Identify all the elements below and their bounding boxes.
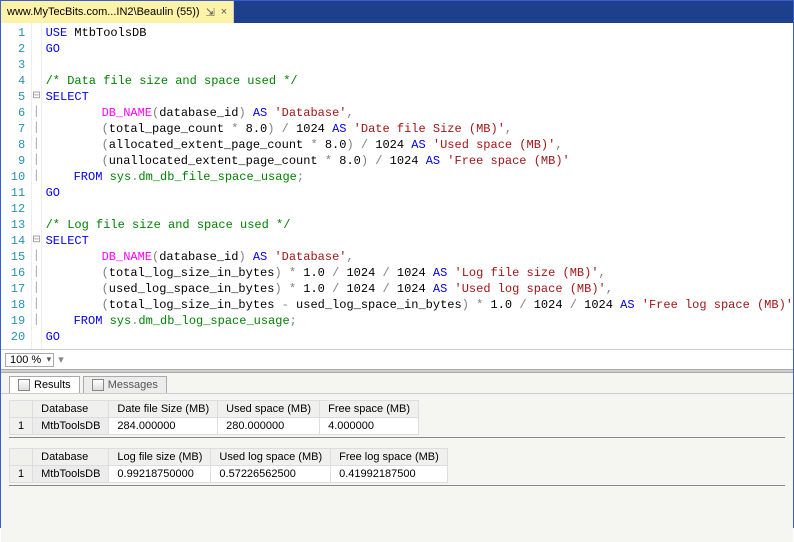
column-header[interactable] [10,401,33,418]
column-header[interactable] [10,449,33,466]
close-icon[interactable]: × [221,6,227,18]
table-row[interactable]: 1MtbToolsDB0.992187500000.572265625000.4… [10,466,448,483]
column-header[interactable]: Free space (MB) [320,401,419,418]
fold-toggle[interactable]: ⊟ [32,233,40,249]
zoom-dropdown[interactable]: 100 % [5,353,54,367]
grid-icon [18,379,30,391]
column-header[interactable]: Database [33,401,109,418]
tab-results[interactable]: Results [9,376,80,393]
column-header[interactable]: Used log space (MB) [211,449,331,466]
fold-toggle[interactable]: ⊟ [32,89,40,105]
fold-gutter[interactable]: ⊟│││││⊟│││││ [32,23,41,349]
column-header[interactable]: Database [33,449,109,466]
messages-icon [92,379,104,391]
column-header[interactable]: Free log space (MB) [331,449,448,466]
tab-messages-label: Messages [108,379,158,391]
zoom-slider-icon[interactable]: ▾ [58,353,64,366]
document-tab[interactable]: www.MyTecBits.com...IN2\Beaulin (55)) ⇲ … [1,1,234,23]
column-header[interactable]: Used space (MB) [218,401,320,418]
tab-strip: www.MyTecBits.com...IN2\Beaulin (55)) ⇲ … [1,1,793,23]
column-header[interactable]: Date file Size (MB) [109,401,218,418]
results-pane: DatabaseDate file Size (MB)Used space (M… [1,394,793,542]
code-area[interactable]: USE MtbToolsDBGO/* Data file size and sp… [42,23,793,349]
pin-icon[interactable]: ⇲ [206,6,215,19]
tab-results-label: Results [34,379,71,391]
result-grid-1: DatabaseDate file Size (MB)Used space (M… [9,400,785,438]
column-header[interactable]: Log file size (MB) [109,449,211,466]
results-tabs: Results Messages [1,373,793,394]
tab-messages[interactable]: Messages [83,376,167,393]
result-table[interactable]: DatabaseDate file Size (MB)Used space (M… [9,400,419,435]
table-row[interactable]: 1MtbToolsDB284.000000280.0000004.000000 [10,418,419,435]
zoom-bar: 100 % ▾ [1,349,793,369]
sql-editor[interactable]: 1234567891011121314151617181920 ⊟│││││⊟│… [1,23,793,349]
result-grid-2: DatabaseLog file size (MB)Used log space… [9,448,785,486]
line-number-gutter: 1234567891011121314151617181920 [1,23,32,349]
result-table[interactable]: DatabaseLog file size (MB)Used log space… [9,448,448,483]
tab-title: www.MyTecBits.com...IN2\Beaulin (55)) [7,6,200,18]
